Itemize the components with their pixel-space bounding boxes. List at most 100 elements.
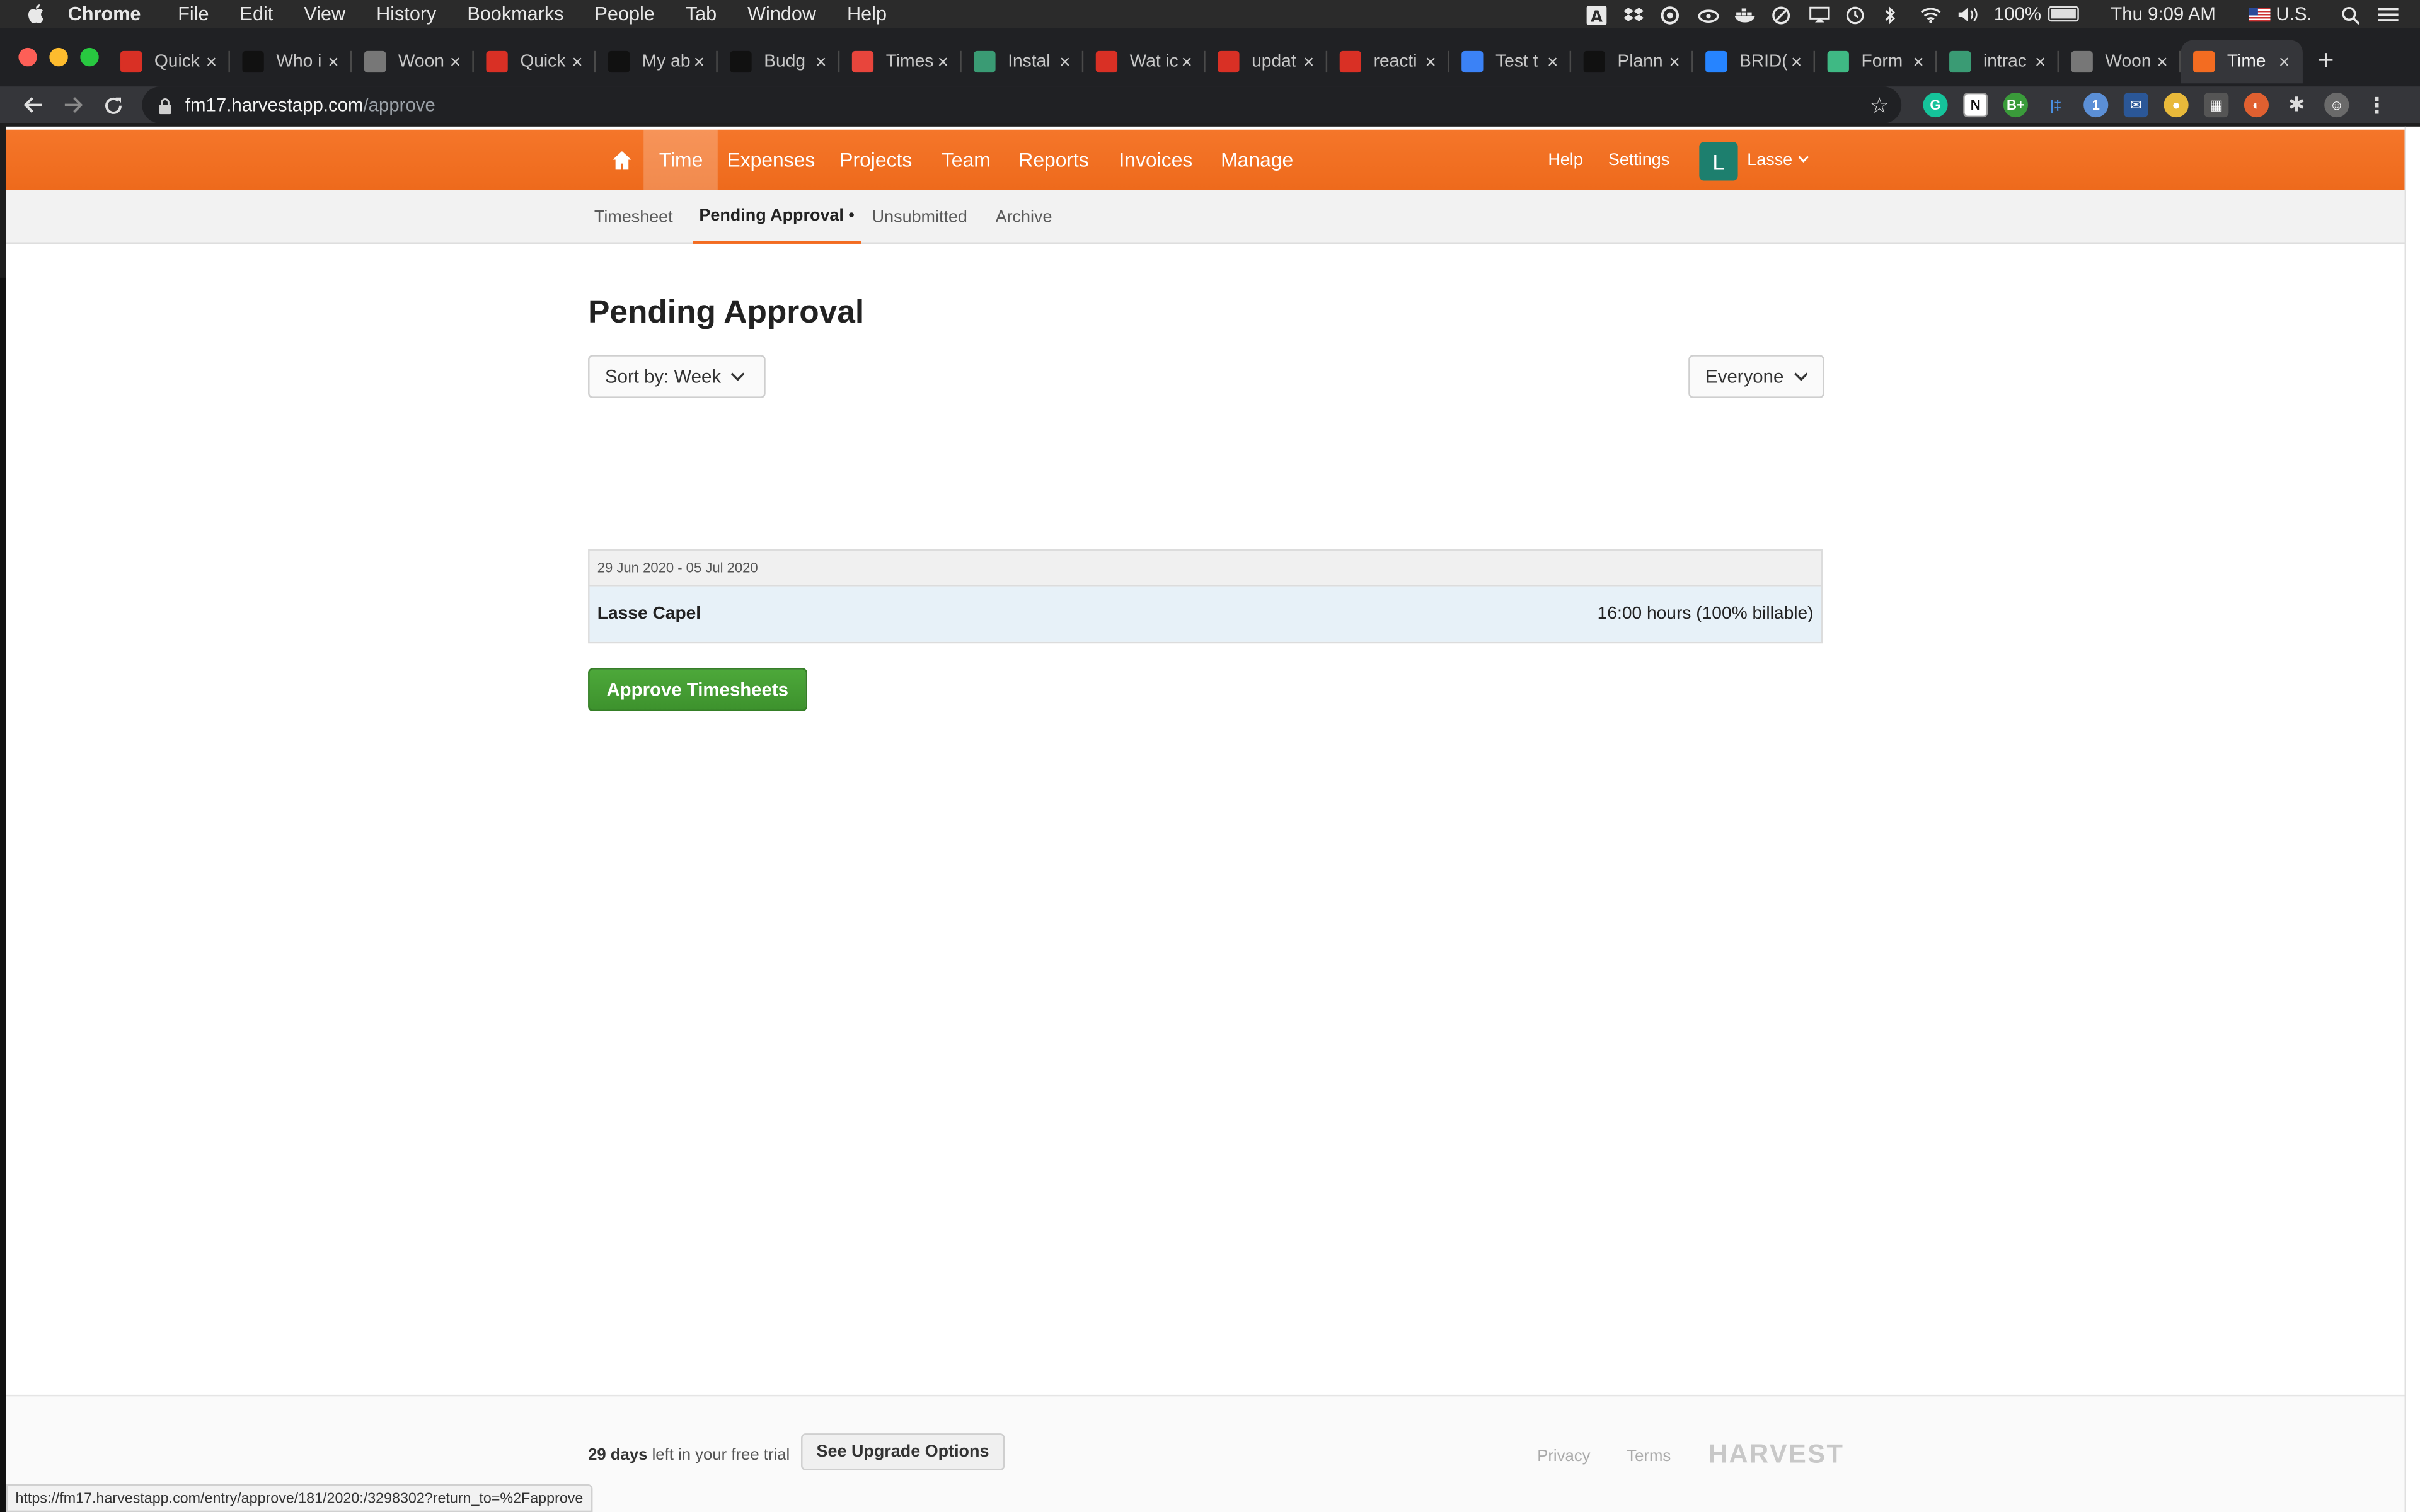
menu-bookmarks[interactable]: Bookmarks: [467, 3, 563, 25]
close-icon[interactable]: ×: [324, 51, 342, 72]
back-arrow-icon[interactable]: [20, 93, 45, 117]
close-icon[interactable]: ×: [2275, 51, 2293, 72]
forward-arrow-icon[interactable]: [60, 93, 85, 117]
apple-icon[interactable]: [25, 3, 46, 25]
font-a-icon[interactable]: A: [1586, 5, 1607, 25]
menu-view[interactable]: View: [304, 3, 345, 25]
close-icon[interactable]: ×: [2031, 51, 2049, 72]
privacy-link[interactable]: Privacy: [1537, 1447, 1590, 1465]
close-icon[interactable]: ×: [1178, 51, 1196, 72]
input-source[interactable]: U.S.: [2248, 3, 2312, 25]
close-icon[interactable]: ×: [1909, 51, 1927, 72]
browser-tab[interactable]: My ab ×: [596, 40, 718, 84]
close-icon[interactable]: ×: [1299, 51, 1318, 72]
nav-reports[interactable]: Reports: [1003, 130, 1104, 190]
browser-tab[interactable]: updat ×: [1206, 40, 1328, 84]
circle-extension-icon[interactable]: ●: [2164, 92, 2189, 118]
browser-tab[interactable]: Woon ×: [352, 40, 474, 84]
close-window-button[interactable]: [18, 47, 37, 67]
nav-team[interactable]: Team: [926, 130, 1006, 190]
nav-manage[interactable]: Manage: [1206, 130, 1309, 190]
volume-icon[interactable]: [1957, 6, 1978, 23]
close-icon[interactable]: ×: [1543, 51, 1562, 72]
menu-history[interactable]: History: [376, 3, 436, 25]
lock-icon[interactable]: [158, 97, 173, 115]
close-icon[interactable]: ×: [1787, 51, 1806, 72]
browser-tab[interactable]: Woon ×: [2059, 40, 2181, 84]
close-icon[interactable]: ×: [568, 51, 586, 72]
docker-icon[interactable]: [1734, 6, 1755, 23]
dropbox-icon[interactable]: [1623, 6, 1644, 23]
b-plus-icon[interactable]: B+: [2003, 92, 2028, 118]
nav-invoices[interactable]: Invoices: [1103, 130, 1208, 190]
browser-tab[interactable]: Times ×: [839, 40, 962, 84]
menu-file[interactable]: File: [178, 3, 209, 25]
nav-help[interactable]: Help: [1533, 130, 1598, 190]
menu-clock[interactable]: Thu 9:09 AM: [2111, 3, 2216, 25]
browser-tab[interactable]: Wat ic ×: [1083, 40, 1206, 84]
harvest-logo[interactable]: HARVEST: [1708, 1440, 1844, 1470]
puzzle-icon[interactable]: ✱: [2285, 93, 2309, 117]
grammarly-icon[interactable]: G: [1923, 92, 1948, 118]
close-icon[interactable]: ×: [2153, 51, 2171, 72]
do-not-disturb-icon[interactable]: [1772, 6, 1792, 24]
bookmark-star-icon[interactable]: ☆: [1870, 93, 1889, 119]
bluetooth-icon[interactable]: [1883, 5, 1903, 24]
reload-icon[interactable]: [100, 93, 125, 117]
approve-timesheets-button[interactable]: Approve Timesheets: [588, 668, 807, 711]
browser-tab[interactable]: Form ×: [1815, 40, 1937, 84]
menu-help[interactable]: Help: [847, 3, 887, 25]
subnav-timesheet[interactable]: Timesheet: [594, 190, 673, 244]
menu-app-chrome[interactable]: Chrome: [68, 3, 141, 25]
browser-tab[interactable]: Budg ×: [718, 40, 840, 84]
address-bar[interactable]: fm17.harvestapp.com/approve ☆: [142, 86, 1902, 123]
browser-tab[interactable]: Test t ×: [1449, 40, 1572, 84]
table-row[interactable]: Lasse Capel 16:00 hours (100% billable): [589, 586, 1821, 642]
notion-icon[interactable]: N: [1963, 92, 1988, 118]
globe-extension-icon[interactable]: 1: [2083, 92, 2109, 118]
close-icon[interactable]: ×: [202, 51, 221, 72]
wifi-icon[interactable]: [1920, 6, 1941, 23]
close-icon[interactable]: ×: [812, 51, 830, 72]
terms-link[interactable]: Terms: [1627, 1447, 1671, 1465]
creative-cloud-icon[interactable]: [1661, 6, 1681, 24]
color-wheel-icon[interactable]: ◐: [2244, 92, 2269, 118]
time-machine-icon[interactable]: [1846, 6, 1866, 24]
home-icon[interactable]: [596, 130, 648, 190]
spotlight-icon[interactable]: [2341, 6, 2361, 25]
nav-settings[interactable]: Settings: [1593, 130, 1685, 190]
user-menu[interactable]: Lasse: [1732, 130, 1828, 190]
grid-extension-icon[interactable]: ▦: [2204, 92, 2229, 118]
menu-people[interactable]: People: [594, 3, 654, 25]
browser-tab[interactable]: BRID(×: [1693, 40, 1816, 84]
close-icon[interactable]: ×: [1422, 51, 1440, 72]
nav-projects[interactable]: Projects: [824, 130, 928, 190]
nav-expenses[interactable]: Expenses: [712, 130, 831, 190]
browser-tab[interactable]: Instal ×: [962, 40, 1084, 84]
close-icon[interactable]: ×: [934, 51, 952, 72]
subnav-unsubmitted[interactable]: Unsubmitted: [872, 190, 967, 244]
browser-tab[interactable]: reacti ×: [1327, 40, 1449, 84]
zoom-window-button[interactable]: [80, 47, 99, 67]
cloud-sync-icon[interactable]: [1698, 6, 1719, 23]
subnav-archive[interactable]: Archive: [996, 190, 1052, 244]
sort-dropdown[interactable]: Sort by: Week: [588, 355, 766, 398]
mail-extension-icon[interactable]: ✉: [2123, 92, 2149, 118]
airplay-icon[interactable]: [1809, 6, 1830, 23]
close-icon[interactable]: ×: [1665, 51, 1683, 72]
close-icon[interactable]: ×: [690, 51, 708, 72]
control-center-icon[interactable]: [2378, 6, 2399, 23]
close-icon[interactable]: ×: [446, 51, 464, 72]
person-name[interactable]: Lasse Capel: [597, 605, 701, 623]
profile-avatar[interactable]: ☺: [2324, 92, 2349, 118]
bars-extension-icon[interactable]: |‡: [2043, 93, 2068, 117]
menu-edit[interactable]: Edit: [240, 3, 274, 25]
new-tab-button[interactable]: +: [2312, 45, 2340, 77]
close-icon[interactable]: ×: [1056, 51, 1074, 72]
browser-tab[interactable]: intrac ×: [1937, 40, 2059, 84]
see-upgrade-options-button[interactable]: See Upgrade Options: [801, 1433, 1005, 1470]
battery-indicator[interactable]: 100%: [1994, 3, 2078, 25]
browser-tab[interactable]: Quick ×: [108, 40, 230, 84]
subnav-pending-approval[interactable]: Pending Approval •: [693, 190, 861, 244]
menu-window[interactable]: Window: [747, 3, 816, 25]
